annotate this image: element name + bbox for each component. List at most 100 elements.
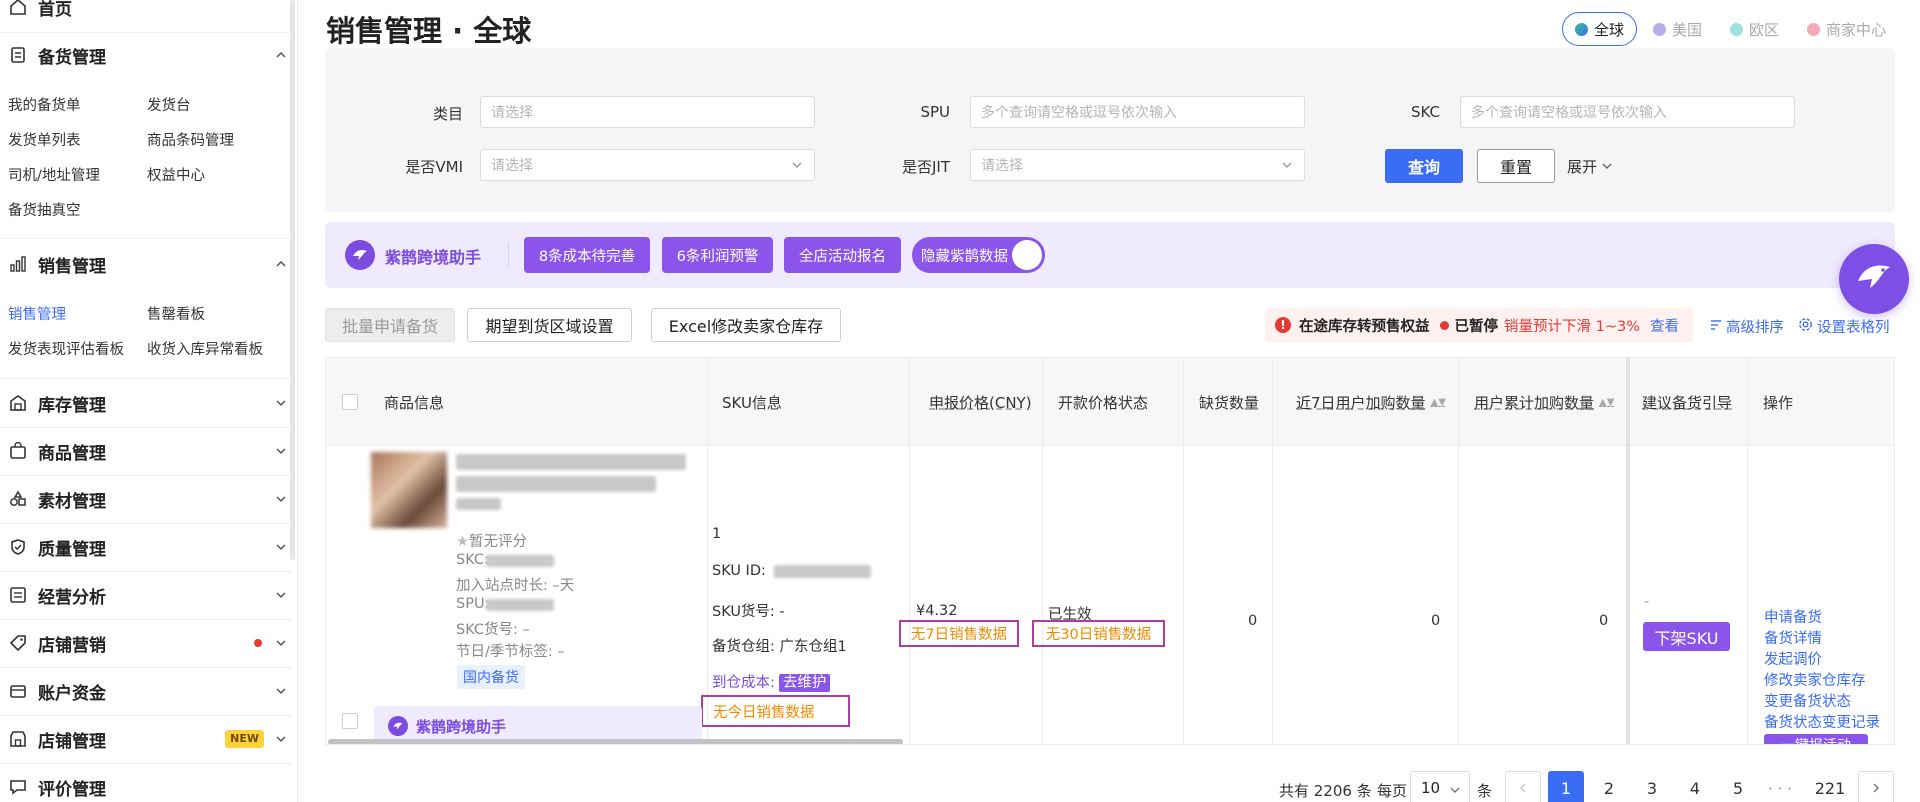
batch-apply-button[interactable]: 批量申请备货 xyxy=(325,308,455,342)
region-label: 全球 xyxy=(1593,20,1624,39)
next-page-button[interactable] xyxy=(1858,771,1894,802)
sidebar-label: 店铺管理 xyxy=(38,731,106,752)
category-select[interactable]: 请选择 xyxy=(480,96,815,128)
toggle-label: 隐藏紫鹊数据 xyxy=(921,248,1008,265)
sidebar-group-quality[interactable]: 质量管理 xyxy=(8,532,290,562)
sidebar-scrollbar[interactable] xyxy=(290,0,295,560)
product-image[interactable] xyxy=(371,452,447,528)
sidebar-item-sales-management[interactable]: 销售管理 xyxy=(8,303,66,324)
sidebar-group-products[interactable]: 商品管理 xyxy=(8,436,290,466)
page-3-button[interactable]: 3 xyxy=(1634,771,1670,802)
spu-label: SPU xyxy=(920,103,950,121)
bar-chart-icon xyxy=(8,254,28,274)
cost-pending-button[interactable]: 8条成本待完善 xyxy=(524,237,650,273)
th-product-info: 商品信息 xyxy=(384,393,445,412)
sidebar-item-my-stock-orders[interactable]: 我的备货单 xyxy=(8,94,81,115)
action-adjust-price[interactable]: 发起调价 xyxy=(1764,648,1822,669)
table-horizontal-scrollbar[interactable] xyxy=(328,739,903,744)
maintain-button[interactable]: 去维护 xyxy=(778,674,831,692)
sidebar-group-funds[interactable]: 账户资金 xyxy=(8,676,290,706)
chevron-down-icon xyxy=(274,491,288,511)
th-shortage: 缺货数量 xyxy=(1199,393,1260,412)
reset-button[interactable]: 重置 xyxy=(1477,149,1555,183)
table-header: 商品信息 SKU信息 申报价格(CNY) 开款价格状态 缺货数量 近7日用户加购… xyxy=(326,358,1894,446)
query-button[interactable]: 查询 xyxy=(1385,149,1463,183)
total-count: 共有 2206 条 xyxy=(1279,782,1372,800)
prev-page-button[interactable] xyxy=(1505,771,1541,802)
link-label: 设置表格列 xyxy=(1817,320,1890,336)
sales-table: 商品信息 SKU信息 申报价格(CNY) 开款价格状态 缺货数量 近7日用户加购… xyxy=(325,357,1895,745)
sidebar-group-inventory[interactable]: 库存管理 xyxy=(8,388,290,418)
chevron-down-icon xyxy=(1280,158,1294,176)
expand-label: 展开 xyxy=(1567,158,1598,176)
store-activity-button[interactable]: 全店活动报名 xyxy=(784,237,901,273)
domestic-stock-tag: 国内备货 xyxy=(457,665,525,689)
expand-toggle[interactable]: 展开 xyxy=(1567,156,1613,177)
sidebar-item-home[interactable]: 首页 xyxy=(8,0,290,22)
region-us[interactable]: 美国 xyxy=(1641,12,1714,46)
one-click-activity-button[interactable]: 一键报活动 xyxy=(1764,734,1868,744)
action-apply-stock[interactable]: 申请备货 xyxy=(1764,606,1822,627)
hide-ziquedata-toggle[interactable]: 隐藏紫鹊数据 xyxy=(912,237,1045,273)
page-4-button[interactable]: 4 xyxy=(1677,771,1713,802)
sidebar-item-shipping-eval[interactable]: 发货表现评估看板 xyxy=(8,338,124,359)
sidebar-item-vacuum[interactable]: 备货抽真空 xyxy=(8,199,81,220)
sku-id-label: SKU ID: xyxy=(712,563,766,579)
page-5-button[interactable]: 5 xyxy=(1720,771,1756,802)
sidebar: 首页 备货管理 我的备货单 发货台 发货单列表 商品条码管理 司机/地址管理 权… xyxy=(0,0,298,802)
alert-view-link[interactable]: 查看 xyxy=(1650,315,1679,336)
placeholder: 多个查询请空格或逗号依次输入 xyxy=(1471,105,1667,121)
select-all-checkbox[interactable] xyxy=(342,394,358,410)
sidebar-group-materials[interactable]: 素材管理 xyxy=(8,484,290,514)
sidebar-item-receiving-anomaly[interactable]: 收货入库异常看板 xyxy=(147,338,263,359)
page-1-button[interactable]: 1 xyxy=(1548,771,1584,802)
sidebar-item-driver-address[interactable]: 司机/地址管理 xyxy=(8,164,100,185)
excel-edit-button[interactable]: Excel修改卖家仓库存 xyxy=(651,308,841,342)
th-declared-price: 申报价格(CNY) xyxy=(929,393,1032,412)
offshelf-sku-button[interactable]: 下架SKU xyxy=(1643,622,1730,651)
sidebar-label: 备货管理 xyxy=(38,47,106,68)
page-2-button[interactable]: 2 xyxy=(1591,771,1627,802)
ziquebar: 紫鹊跨境助手 8条成本待完善 6条利润预警 全店活动报名 隐藏紫鹊数据 xyxy=(325,222,1895,288)
sidebar-item-benefits[interactable]: 权益中心 xyxy=(147,164,205,185)
spu-input[interactable]: 多个查询请空格或逗号依次输入 xyxy=(970,96,1305,128)
action-stock-detail[interactable]: 备货详情 xyxy=(1764,627,1822,648)
sidebar-item-soldout-board[interactable]: 售罄看板 xyxy=(147,303,205,324)
region-eu[interactable]: 欧区 xyxy=(1718,12,1791,46)
ziquebird-float-button[interactable] xyxy=(1839,244,1909,314)
th-total-cart[interactable]: 用户累计加购数量 ▲▼ xyxy=(1474,358,1614,446)
action-edit-warehouse-stock[interactable]: 修改卖家仓库存 xyxy=(1764,669,1866,690)
sidebar-item-shipping-desk[interactable]: 发货台 xyxy=(147,94,191,115)
star-icon: ★ xyxy=(456,534,469,550)
sidebar-group-reviews[interactable]: 评价管理 xyxy=(8,772,290,802)
skc-input[interactable]: 多个查询请空格或逗号依次输入 xyxy=(1460,96,1795,128)
row-checkbox[interactable] xyxy=(342,713,358,729)
jit-select[interactable]: 请选择 xyxy=(970,149,1305,181)
globe-icon xyxy=(1574,22,1588,36)
table-settings-link[interactable]: 设置表格列 xyxy=(1798,316,1890,337)
region-merchant-center[interactable]: 商家中心 xyxy=(1795,12,1898,46)
chevron-down-icon xyxy=(274,395,288,415)
sidebar-item-barcode[interactable]: 商品条码管理 xyxy=(147,129,234,150)
last-page-button[interactable]: 221 xyxy=(1810,771,1850,802)
th-7d-cart[interactable]: 近7日用户加购数量 ▲▼ xyxy=(1296,358,1446,446)
skc-value-blurred xyxy=(486,555,554,567)
action-change-stock-status[interactable]: 变更备货状态 xyxy=(1764,690,1851,711)
chevron-down-icon xyxy=(790,158,804,176)
sidebar-group-marketing[interactable]: 店铺营销 xyxy=(8,628,290,658)
sidebar-item-shipping-list[interactable]: 发货单列表 xyxy=(8,129,81,150)
alert-warn: 销量预计下滑 1~3% xyxy=(1504,318,1640,335)
sidebar-group-analytics[interactable]: 经营分析 xyxy=(8,580,290,610)
sidebar-group-stock[interactable]: 备货管理 xyxy=(8,40,290,70)
sidebar-group-sales[interactable]: 销售管理 xyxy=(8,249,290,279)
advanced-sort-link[interactable]: 高级排序 xyxy=(1709,316,1784,337)
sidebar-group-store[interactable]: 店铺管理 NEW xyxy=(8,724,290,754)
page-size-select[interactable]: 10 xyxy=(1410,771,1470,802)
region-global[interactable]: 全球 xyxy=(1561,12,1637,46)
skc-label: SKC: xyxy=(456,552,489,568)
profit-warning-button[interactable]: 6条利润预警 xyxy=(662,237,773,273)
chevron-left-icon xyxy=(1517,779,1529,798)
region-setting-button[interactable]: 期望到货区域设置 xyxy=(467,308,632,342)
action-stock-status-log[interactable]: 备货状态变更记录 xyxy=(1764,711,1880,732)
vmi-select[interactable]: 请选择 xyxy=(480,149,815,181)
